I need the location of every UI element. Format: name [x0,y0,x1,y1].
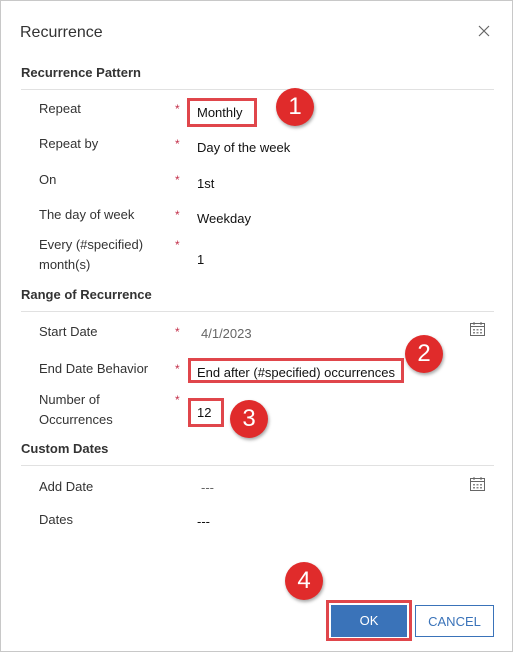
repeat-by-select[interactable]: Day of the week [197,140,290,155]
section-custom-dates: Custom Dates [21,441,109,456]
required-mark: * [175,173,180,187]
step-badge-1: 1 [276,88,314,126]
required-mark: * [175,102,180,116]
start-date-label: Start Date [39,324,98,339]
required-mark: * [175,208,180,222]
dates-value: --- [197,514,210,529]
every-months-input[interactable]: 1 [197,252,204,267]
add-date-input[interactable]: --- [201,480,214,495]
recurrence-dialog: Recurrence Recurrence Pattern Repeat * M… [0,0,513,652]
required-mark: * [175,238,180,252]
dialog-title: Recurrence [20,24,103,41]
day-of-week-select[interactable]: Weekday [197,211,251,226]
highlight-box-occurrences [188,398,224,427]
highlight-box-end-behavior [188,358,404,383]
end-date-behavior-label: End Date Behavior [39,361,149,376]
highlight-box-ok [326,600,412,641]
calendar-icon[interactable] [470,322,485,336]
day-of-week-label: The day of week [39,207,135,222]
add-date-label: Add Date [39,479,94,494]
on-label: On [39,172,57,187]
dates-label: Dates [39,512,73,527]
repeat-label: Repeat [39,101,81,116]
required-mark: * [175,362,180,376]
section-recurrence-pattern: Recurrence Pattern [21,65,141,80]
step-badge-2: 2 [405,335,443,373]
every-label-line2: month(s) [39,257,91,272]
required-mark: * [175,393,180,407]
divider [21,465,494,466]
required-mark: * [175,137,180,151]
step-badge-4: 4 [285,562,323,600]
repeat-by-label: Repeat by [39,136,99,151]
section-range-of-recurrence: Range of Recurrence [21,287,152,302]
cancel-button[interactable]: CANCEL [415,605,494,637]
calendar-icon[interactable] [470,477,485,491]
occurrences-label-line1: Number of [39,392,100,407]
highlight-box-repeat [187,98,257,127]
on-select[interactable]: 1st [197,176,214,191]
step-badge-3: 3 [230,400,268,438]
start-date-input[interactable]: 4/1/2023 [201,326,252,341]
divider [21,89,494,90]
divider [21,311,494,312]
required-mark: * [175,325,180,339]
every-label-line1: Every (#specified) [39,237,144,252]
close-icon[interactable] [477,24,491,38]
occurrences-label-line2: Occurrences [39,412,113,427]
